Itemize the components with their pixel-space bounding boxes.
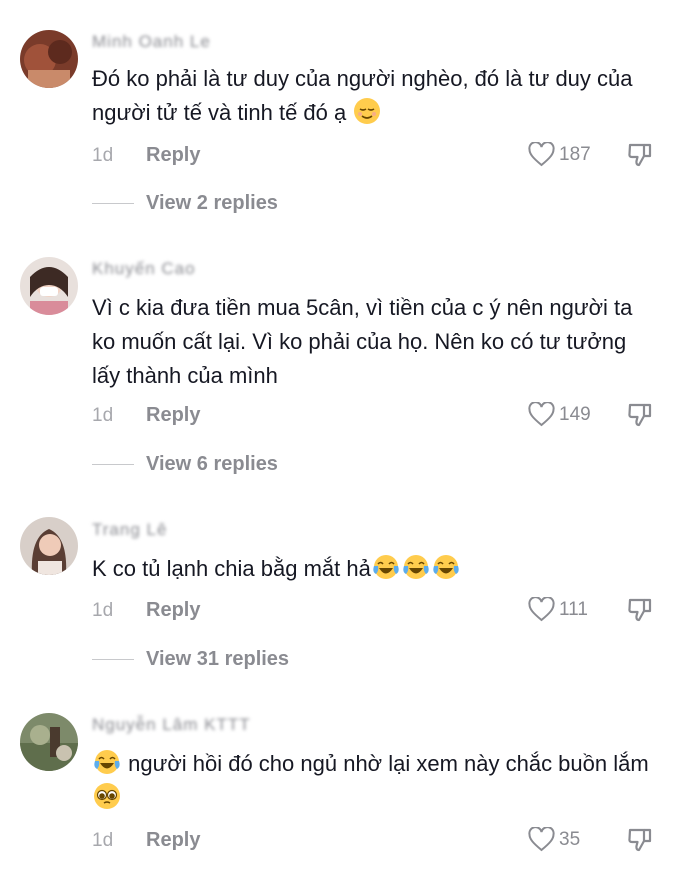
comment-text: Đó ko phải là tư duy của người nghèo, đó… bbox=[92, 62, 652, 130]
reply-button[interactable]: Reply bbox=[146, 404, 200, 427]
view-replies-label: View 6 replies bbox=[146, 453, 278, 475]
comment-time: 1d bbox=[92, 830, 114, 851]
thumbs-down-icon bbox=[626, 141, 654, 169]
like-count: 187 bbox=[559, 143, 591, 165]
comment-text-content: người hồi đó cho ngủ nhờ lại xem này chắ… bbox=[128, 751, 649, 776]
comment-username[interactable]: Nguyễn Lâm KTTT bbox=[92, 715, 251, 735]
pleading-face-emoji bbox=[93, 782, 121, 810]
tears-of-joy-emoji bbox=[402, 553, 430, 581]
reply-button[interactable]: Reply bbox=[146, 829, 200, 852]
avatar-image bbox=[20, 257, 78, 315]
like-count: 149 bbox=[559, 403, 591, 425]
thumbs-down-icon bbox=[626, 826, 654, 854]
comment-text: Vì c kia đưa tiền mua 5cân, vì tiền của … bbox=[92, 295, 633, 388]
comment-time: 1d bbox=[92, 600, 114, 621]
comment-time: 1d bbox=[92, 405, 114, 426]
view-replies-button[interactable]: View 31 replies bbox=[92, 648, 289, 671]
replies-divider bbox=[92, 464, 134, 465]
avatar[interactable] bbox=[20, 517, 78, 575]
replies-divider bbox=[92, 659, 134, 660]
relieved-face-emoji bbox=[353, 97, 381, 125]
like-count: 111 bbox=[559, 598, 588, 620]
reply-button[interactable]: Reply bbox=[146, 144, 200, 167]
reply-button[interactable]: Reply bbox=[146, 599, 200, 622]
comment-username[interactable]: Minh Oanh Le bbox=[92, 32, 211, 52]
comment-text: K co tủ lạnh chia bằg mắt hả bbox=[92, 552, 652, 586]
heart-icon bbox=[528, 597, 555, 622]
thumbs-down-icon bbox=[626, 401, 654, 429]
avatar-image bbox=[20, 713, 78, 771]
avatar-image bbox=[20, 30, 78, 88]
tears-of-joy-emoji bbox=[93, 748, 121, 776]
dislike-button[interactable] bbox=[626, 141, 654, 169]
comment-time: 1d bbox=[92, 145, 114, 166]
avatar[interactable] bbox=[20, 713, 78, 771]
replies-divider bbox=[92, 203, 134, 204]
comment-text: người hồi đó cho ngủ nhờ lại xem này chắ… bbox=[92, 747, 652, 815]
like-button[interactable]: 149 bbox=[528, 402, 591, 427]
comment-username[interactable]: Trang Lê bbox=[92, 520, 167, 540]
heart-icon bbox=[528, 827, 555, 852]
view-replies-button[interactable]: View 2 replies bbox=[92, 192, 278, 215]
heart-icon bbox=[528, 142, 555, 167]
like-button[interactable]: 35 bbox=[528, 827, 580, 852]
comment-text-content: K co tủ lạnh chia bằg mắt hả bbox=[92, 556, 371, 581]
heart-icon bbox=[528, 402, 555, 427]
view-replies-button[interactable]: View 6 replies bbox=[92, 453, 278, 476]
tears-of-joy-emoji bbox=[372, 553, 400, 581]
avatar-image bbox=[20, 517, 78, 575]
view-replies-label: View 31 replies bbox=[146, 648, 290, 670]
dislike-button[interactable] bbox=[626, 401, 654, 429]
like-button[interactable]: 187 bbox=[528, 142, 591, 167]
like-count: 35 bbox=[559, 828, 581, 850]
like-button[interactable]: 111 bbox=[528, 597, 588, 622]
dislike-button[interactable] bbox=[626, 826, 654, 854]
avatar[interactable] bbox=[20, 30, 78, 88]
comment-username[interactable]: Khuyến Cao bbox=[92, 259, 196, 279]
tears-of-joy-emoji bbox=[432, 553, 460, 581]
dislike-button[interactable] bbox=[626, 596, 654, 624]
thumbs-down-icon bbox=[626, 596, 654, 624]
view-replies-label: View 2 replies bbox=[146, 192, 278, 214]
avatar[interactable] bbox=[20, 257, 78, 315]
